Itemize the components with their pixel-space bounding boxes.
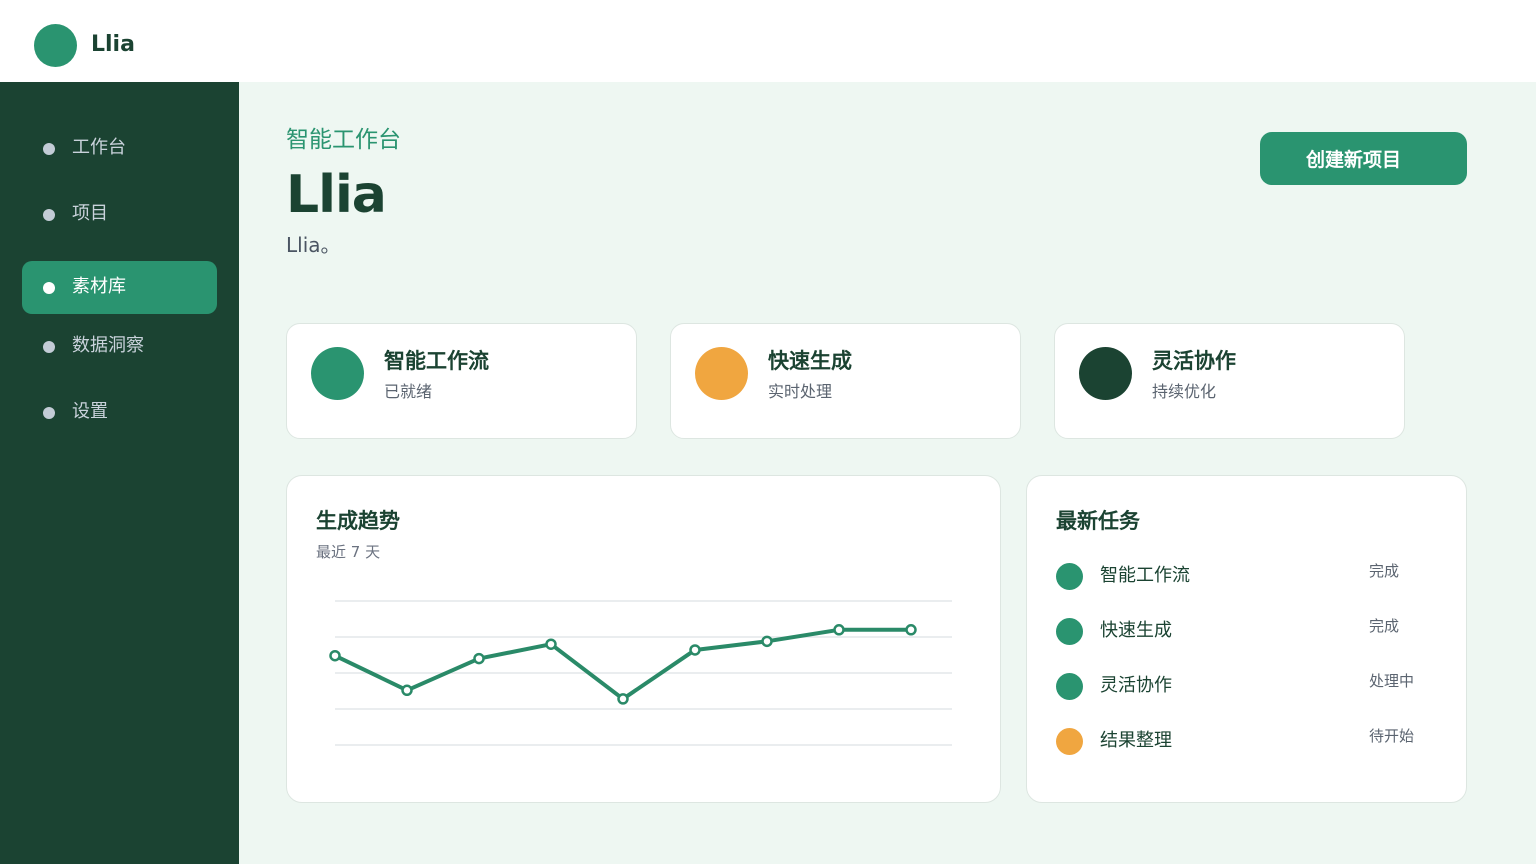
task-status: 完成 xyxy=(1369,562,1400,580)
chart-point[interactable] xyxy=(689,644,701,656)
stat-subtitle: 实时处理 xyxy=(768,382,833,401)
sidebar-item-label: 工作台 xyxy=(72,137,126,158)
stat-title: 灵活协作 xyxy=(1152,349,1236,373)
brand-logo-icon xyxy=(34,24,77,67)
task-status: 完成 xyxy=(1369,617,1400,635)
status-dot-icon xyxy=(1056,673,1083,700)
sidebar-item-label: 项目 xyxy=(72,203,108,224)
task-name: 结果整理 xyxy=(1100,730,1172,751)
sidebar-item-label: 设置 xyxy=(72,401,108,422)
chart-point[interactable] xyxy=(329,649,341,662)
task-name: 智能工作流 xyxy=(1100,565,1190,586)
chart-series-line xyxy=(333,627,913,701)
stat-title: 智能工作流 xyxy=(384,349,489,373)
top-bar: Llia xyxy=(0,0,1536,82)
sidebar-item-projects[interactable]: 项目 xyxy=(22,188,217,241)
page-kicker: 智能工作台 xyxy=(286,127,401,153)
stat-card-workflow: 智能工作流 已就绪 xyxy=(286,323,637,439)
task-name: 灵活协作 xyxy=(1100,675,1172,696)
bullet-icon xyxy=(43,209,55,221)
chart-point[interactable] xyxy=(761,635,773,648)
chart-point[interactable] xyxy=(545,638,557,650)
bullet-icon xyxy=(43,282,55,294)
bullet-icon xyxy=(43,143,55,155)
stat-title: 快速生成 xyxy=(768,349,852,373)
trend-panel: 生成趋势 最近 7 天 xyxy=(286,475,1001,803)
status-dot-icon xyxy=(1056,563,1083,590)
task-row[interactable]: 快速生成 完成 xyxy=(1056,616,1436,646)
stat-subtitle: 持续优化 xyxy=(1152,382,1217,401)
page-subtitle: Llia。 xyxy=(286,233,341,257)
chart-point[interactable] xyxy=(905,624,917,636)
sidebar: 工作台 项目 素材库 数据洞察 设置 xyxy=(0,82,239,864)
chart-point[interactable] xyxy=(401,684,413,697)
task-row[interactable]: 结果整理 待开始 xyxy=(1056,726,1436,756)
sidebar-item-label: 素材库 xyxy=(72,276,126,297)
task-status: 处理中 xyxy=(1369,672,1415,690)
task-name: 快速生成 xyxy=(1100,620,1172,641)
sidebar-item-insights[interactable]: 数据洞察 xyxy=(22,320,217,373)
sidebar-item-workbench[interactable]: 工作台 xyxy=(22,122,217,175)
chart-point[interactable] xyxy=(617,693,629,705)
trend-line-chart xyxy=(329,600,952,746)
bullet-icon xyxy=(43,341,55,353)
stat-subtitle: 已就绪 xyxy=(384,382,433,401)
tasks-panel: 最新任务 智能工作流 完成 快速生成 完成 灵活协作 处理中 结果整理 待开始 xyxy=(1026,475,1467,803)
chart-point[interactable] xyxy=(833,624,845,636)
task-row[interactable]: 智能工作流 完成 xyxy=(1056,561,1436,591)
stat-dot-icon xyxy=(1079,347,1132,400)
bullet-icon xyxy=(43,407,55,419)
tasks-title: 最新任务 xyxy=(1056,509,1140,533)
stat-dot-icon xyxy=(311,347,364,400)
status-dot-icon xyxy=(1056,728,1083,755)
chart-point[interactable] xyxy=(473,652,485,665)
task-status: 待开始 xyxy=(1369,727,1415,745)
sidebar-item-label: 数据洞察 xyxy=(72,335,144,356)
stat-card-generation: 快速生成 实时处理 xyxy=(670,323,1021,439)
status-dot-icon xyxy=(1056,618,1083,645)
brand-name: Llia xyxy=(91,32,135,57)
task-row[interactable]: 灵活协作 处理中 xyxy=(1056,671,1436,701)
sidebar-item-settings[interactable]: 设置 xyxy=(22,386,217,439)
stat-dot-icon xyxy=(695,347,748,400)
create-project-button[interactable]: 创建新项目 xyxy=(1260,132,1467,185)
page-title: Llia xyxy=(286,165,387,225)
stat-card-collaboration: 灵活协作 持续优化 xyxy=(1054,323,1405,439)
sidebar-item-assets[interactable]: 素材库 xyxy=(22,261,217,314)
